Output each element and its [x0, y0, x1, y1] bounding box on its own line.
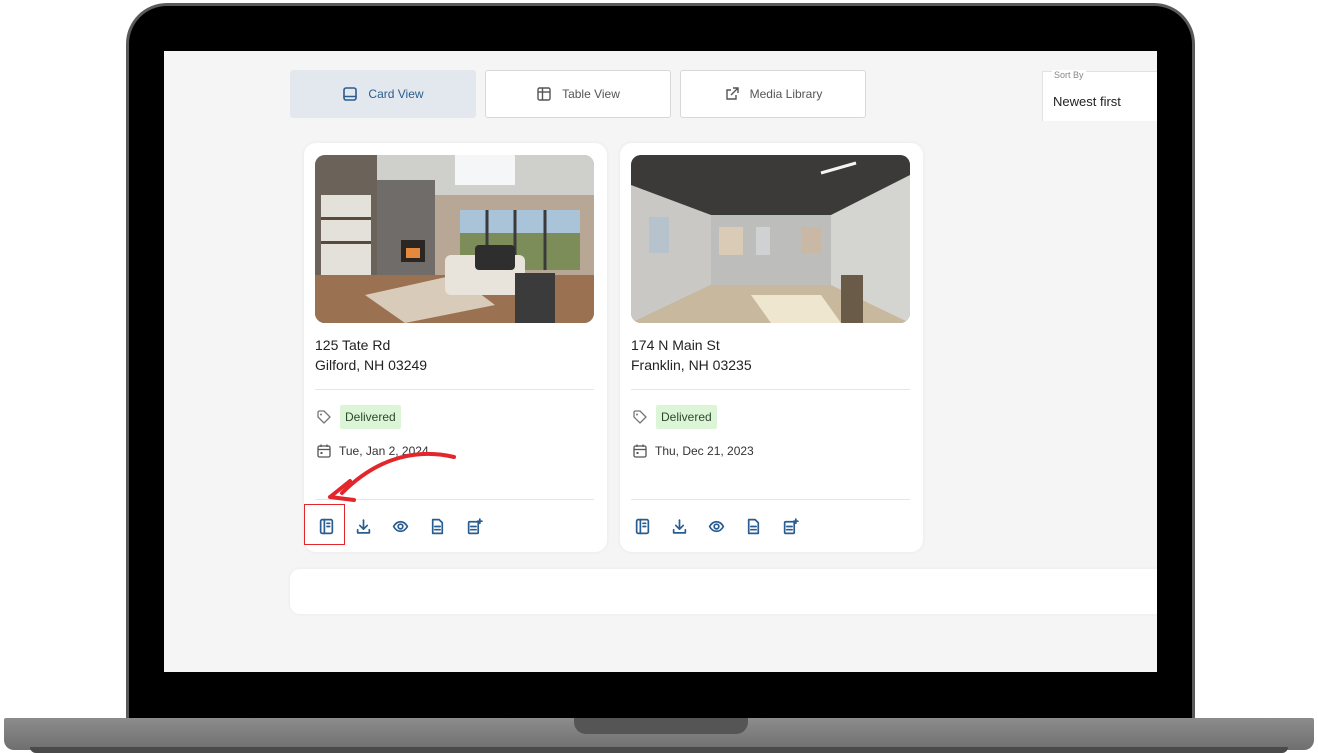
- basement-photo: [631, 155, 910, 323]
- download-icon[interactable]: [668, 515, 690, 537]
- sort-value: Newest first: [1053, 94, 1121, 109]
- sort-label: Sort By: [1052, 70, 1086, 80]
- tab-media-library-label: Media Library: [749, 87, 823, 101]
- status-badge: Delivered: [656, 405, 717, 429]
- bottom-panel: [290, 569, 1157, 614]
- card-view-icon: [343, 87, 358, 101]
- tag-icon: [317, 410, 331, 424]
- tab-media-library[interactable]: Media Library: [680, 70, 866, 118]
- divider: [315, 389, 594, 390]
- living-room-photo: [315, 155, 594, 323]
- address-line1: 125 Tate Rd: [315, 337, 391, 353]
- annotation-arrow-icon: [328, 451, 456, 502]
- address-line2: Franklin, NH 03235: [631, 357, 752, 373]
- listing-photo[interactable]: [315, 155, 594, 323]
- divider: [631, 499, 910, 500]
- tab-card-view-label: Card View: [368, 87, 424, 101]
- view-toggle-group: Card View Table View Media Library: [290, 70, 866, 118]
- add-document-icon[interactable]: [779, 515, 801, 537]
- document-icon[interactable]: [742, 515, 764, 537]
- download-icon[interactable]: [352, 515, 374, 537]
- listing-card[interactable]: 174 N Main St Franklin, NH 03235 Deliver…: [620, 143, 923, 552]
- view-icon[interactable]: [389, 515, 411, 537]
- table-icon: [537, 87, 551, 101]
- date-row: Thu, Dec 21, 2023: [632, 443, 754, 459]
- add-document-icon[interactable]: [463, 515, 485, 537]
- document-icon[interactable]: [426, 515, 448, 537]
- tab-table-view-label: Table View: [562, 87, 620, 101]
- status-row: Delivered: [316, 405, 401, 429]
- laptop-base-foot: [30, 747, 1288, 753]
- card-actions: [631, 515, 801, 537]
- property-website-icon[interactable]: [631, 515, 653, 537]
- view-icon[interactable]: [705, 515, 727, 537]
- external-link-icon: [725, 87, 739, 100]
- tab-table-view[interactable]: Table View: [485, 70, 671, 118]
- address-line1: 174 N Main St: [631, 337, 720, 353]
- tag-icon: [633, 410, 647, 424]
- app-screen: Card View Table View Media Library Sort …: [164, 51, 1157, 672]
- calendar-icon: [633, 444, 647, 458]
- status-badge: Delivered: [340, 405, 401, 429]
- highlight-box: [304, 504, 345, 545]
- status-row: Delivered: [632, 405, 717, 429]
- tab-card-view[interactable]: Card View: [290, 70, 476, 118]
- address-line2: Gilford, NH 03249: [315, 357, 428, 373]
- listing-photo[interactable]: [631, 155, 910, 323]
- divider: [631, 389, 910, 390]
- listing-date: Thu, Dec 21, 2023: [655, 444, 754, 458]
- laptop-notch: [574, 718, 748, 734]
- sort-select[interactable]: Sort By Newest first: [1042, 70, 1157, 121]
